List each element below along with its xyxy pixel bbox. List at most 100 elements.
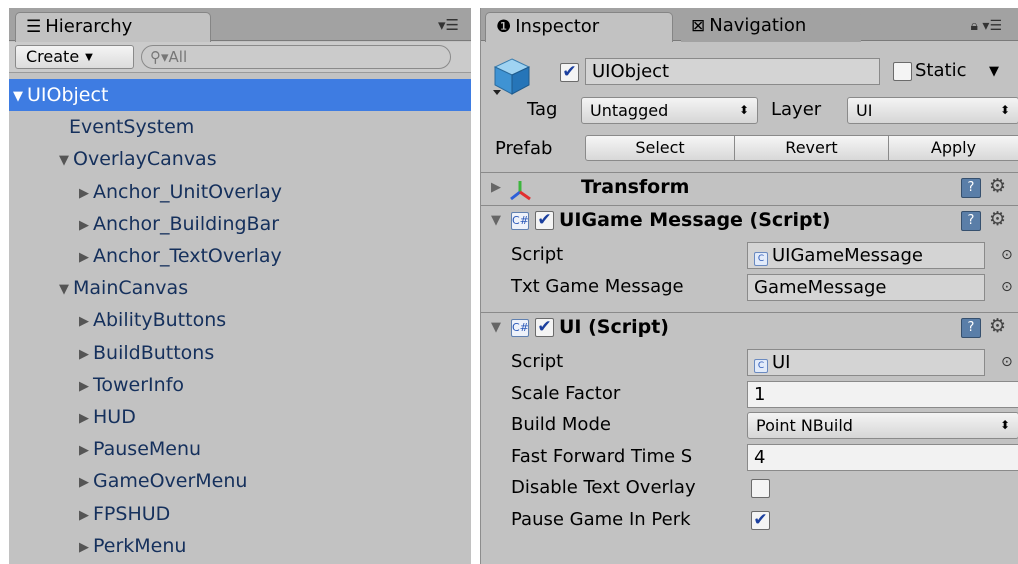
hierarchy-tab-label: Hierarchy bbox=[45, 16, 133, 37]
tab-navigation[interactable]: ⊠ Navigation bbox=[681, 12, 861, 42]
search-input[interactable]: ⚲▾All bbox=[141, 45, 451, 69]
navmesh-icon: ⊠ bbox=[691, 16, 706, 36]
active-toggle[interactable]: ✔ bbox=[560, 63, 579, 82]
hierarchy-item-label: Anchor_BuildingBar bbox=[93, 212, 280, 235]
hierarchy-item[interactable]: ▶ Anchor_UnitOverlay bbox=[9, 176, 471, 208]
number-field[interactable]: 1 bbox=[747, 380, 1018, 408]
property-value: 4 bbox=[754, 446, 766, 468]
foldout-down-icon[interactable]: ▼ bbox=[491, 213, 501, 228]
prefab-select-button[interactable]: Select bbox=[585, 135, 735, 161]
expand-right-icon[interactable]: ▶ bbox=[79, 403, 93, 435]
tag-dropdown[interactable]: Untagged ⬍ bbox=[581, 97, 758, 124]
property-label: Script bbox=[511, 244, 564, 265]
expand-right-icon[interactable]: ▶ bbox=[79, 242, 93, 274]
expand-right-icon[interactable]: ▶ bbox=[79, 178, 93, 210]
script-field[interactable]: C UI bbox=[747, 349, 985, 376]
search-icon: ⚲▾ bbox=[150, 48, 169, 66]
cube-icon bbox=[493, 58, 531, 95]
component-header[interactable]: ▼ C# ✔ UI (Script)? ⚙ bbox=[481, 312, 1018, 344]
navigation-tab-label: Navigation bbox=[709, 15, 807, 36]
hierarchy-item[interactable]: ▶ GameOverMenu bbox=[9, 465, 471, 497]
hierarchy-item[interactable]: ▶ FPSHUD bbox=[9, 498, 471, 530]
hierarchy-item-label: PauseMenu bbox=[93, 438, 202, 461]
object-name-field[interactable]: UIObject bbox=[585, 58, 880, 85]
expand-right-icon[interactable]: ▶ bbox=[79, 500, 93, 532]
create-button-label: Create bbox=[26, 47, 80, 66]
static-label: Static bbox=[915, 60, 967, 81]
component-header[interactable]: ▼ C# ✔ UIGame Message (Script)? ⚙ bbox=[481, 205, 1018, 237]
target-circle-icon[interactable]: ⊙ bbox=[1001, 279, 1013, 295]
property-checkbox[interactable]: ✔ bbox=[751, 510, 770, 530]
expand-right-icon[interactable]: ▶ bbox=[79, 435, 93, 467]
hierarchy-item[interactable]: ▼ MainCanvas bbox=[9, 272, 471, 304]
expand-down-icon[interactable]: ▼ bbox=[59, 145, 73, 177]
hierarchy-item-label: GameOverMenu bbox=[93, 470, 248, 493]
editor-root: ☰ Hierarchy ▾☰ Create ▼ ⚲▾All ▼ UIObject Eve… bbox=[0, 0, 1018, 564]
prefab-apply-button[interactable]: Apply bbox=[888, 135, 1018, 161]
transform-component-header[interactable]: ▶ Transform ? ⚙ bbox=[481, 172, 1018, 204]
target-circle-icon[interactable]: ⊙ bbox=[1001, 354, 1013, 370]
expand-right-icon[interactable]: ▶ bbox=[79, 532, 93, 564]
property-checkbox[interactable] bbox=[751, 479, 770, 498]
property-value: GameMessage bbox=[754, 276, 887, 298]
updown-arrow-icon: ⬍ bbox=[999, 103, 1010, 117]
help-book-icon[interactable]: ? bbox=[961, 318, 981, 338]
number-field[interactable]: 4 bbox=[747, 443, 1018, 471]
hierarchy-panel: ☰ Hierarchy ▾☰ Create ▼ ⚲▾All ▼ UIObject Eve… bbox=[9, 8, 471, 564]
help-book-icon[interactable]: ? bbox=[961, 178, 981, 198]
gear-icon[interactable]: ⚙ bbox=[989, 208, 1006, 230]
hierarchy-item[interactable]: ▶ TowerInfo bbox=[9, 369, 471, 401]
lock-icon[interactable]: 🔒︎ ▾☰ bbox=[971, 18, 1002, 34]
script-field[interactable]: C UIGameMessage bbox=[747, 242, 985, 269]
hierarchy-item[interactable]: ▶ PauseMenu bbox=[9, 433, 471, 465]
hierarchy-item[interactable]: EventSystem bbox=[9, 111, 471, 143]
hierarchy-item[interactable]: ▶ AbilityButtons bbox=[9, 304, 471, 336]
hierarchy-item-label: HUD bbox=[93, 406, 136, 428]
hierarchy-item[interactable]: ▶ Anchor_BuildingBar bbox=[9, 208, 471, 240]
foldout-down-icon[interactable]: ▼ bbox=[491, 320, 501, 335]
component-enabled-toggle[interactable]: ✔ bbox=[535, 211, 554, 230]
expand-right-icon[interactable]: ▶ bbox=[79, 371, 93, 403]
hierarchy-item[interactable]: ▼ OverlayCanvas bbox=[9, 143, 471, 175]
help-book-icon[interactable]: ? bbox=[961, 211, 981, 231]
check-icon: ✔ bbox=[537, 210, 552, 230]
menu-icon[interactable]: ▾☰ bbox=[438, 16, 459, 34]
object-field[interactable]: GameMessage bbox=[747, 273, 985, 301]
expand-right-icon[interactable]: ▶ bbox=[79, 210, 93, 242]
hierarchy-item[interactable]: ▶ PerkMenu bbox=[9, 530, 471, 562]
transform-axes-icon bbox=[510, 181, 531, 201]
hierarchy-item[interactable]: ▶ Anchor_TextOverlay bbox=[9, 240, 471, 272]
hierarchy-item[interactable]: ▶ BuildButtons bbox=[9, 337, 471, 369]
layer-value: UI bbox=[856, 101, 873, 120]
expand-down-icon[interactable]: ▼ bbox=[13, 81, 27, 113]
tab-inspector[interactable]: ❶ Inspector bbox=[485, 12, 673, 42]
expand-down-icon[interactable]: ▼ bbox=[59, 274, 73, 306]
property-label: Disable Text Overlay bbox=[511, 477, 696, 498]
static-checkbox[interactable] bbox=[893, 62, 912, 81]
expand-right-icon[interactable]: ▶ bbox=[79, 467, 93, 499]
transform-title: Transform bbox=[581, 176, 690, 198]
tag-label: Tag bbox=[527, 99, 558, 120]
tab-hierarchy[interactable]: ☰ Hierarchy bbox=[15, 12, 211, 42]
script-icon: C# bbox=[511, 319, 529, 337]
create-button[interactable]: Create ▼ bbox=[15, 45, 134, 69]
property-label: Build Mode bbox=[511, 414, 611, 435]
script-icon: C# bbox=[511, 212, 529, 230]
component-enabled-toggle[interactable]: ✔ bbox=[535, 318, 554, 337]
expand-right-icon[interactable]: ▶ bbox=[79, 339, 93, 371]
expand-right-icon[interactable]: ▶ bbox=[79, 306, 93, 338]
layer-dropdown[interactable]: UI ⬍ bbox=[847, 97, 1018, 124]
hierarchy-toolbar: Create ▼ ⚲▾All bbox=[9, 42, 471, 73]
build-mode-dropdown[interactable]: Point NBuild ⬍ bbox=[747, 412, 1018, 439]
property-value: UI bbox=[772, 352, 791, 373]
gear-icon[interactable]: ⚙ bbox=[989, 315, 1006, 337]
foldout-right-icon[interactable]: ▶ bbox=[491, 180, 501, 195]
gear-icon[interactable]: ⚙ bbox=[989, 175, 1006, 197]
list-icon: ☰ bbox=[26, 17, 42, 37]
target-circle-icon[interactable]: ⊙ bbox=[1001, 247, 1013, 263]
static-dropdown-icon[interactable]: ▼ bbox=[989, 64, 999, 79]
hierarchy-item[interactable]: ▶ HUD bbox=[9, 401, 471, 433]
property-label: Script bbox=[511, 351, 564, 372]
prefab-revert-button[interactable]: Revert bbox=[734, 135, 889, 161]
hierarchy-item[interactable]: ▼ UIObject bbox=[9, 79, 471, 111]
